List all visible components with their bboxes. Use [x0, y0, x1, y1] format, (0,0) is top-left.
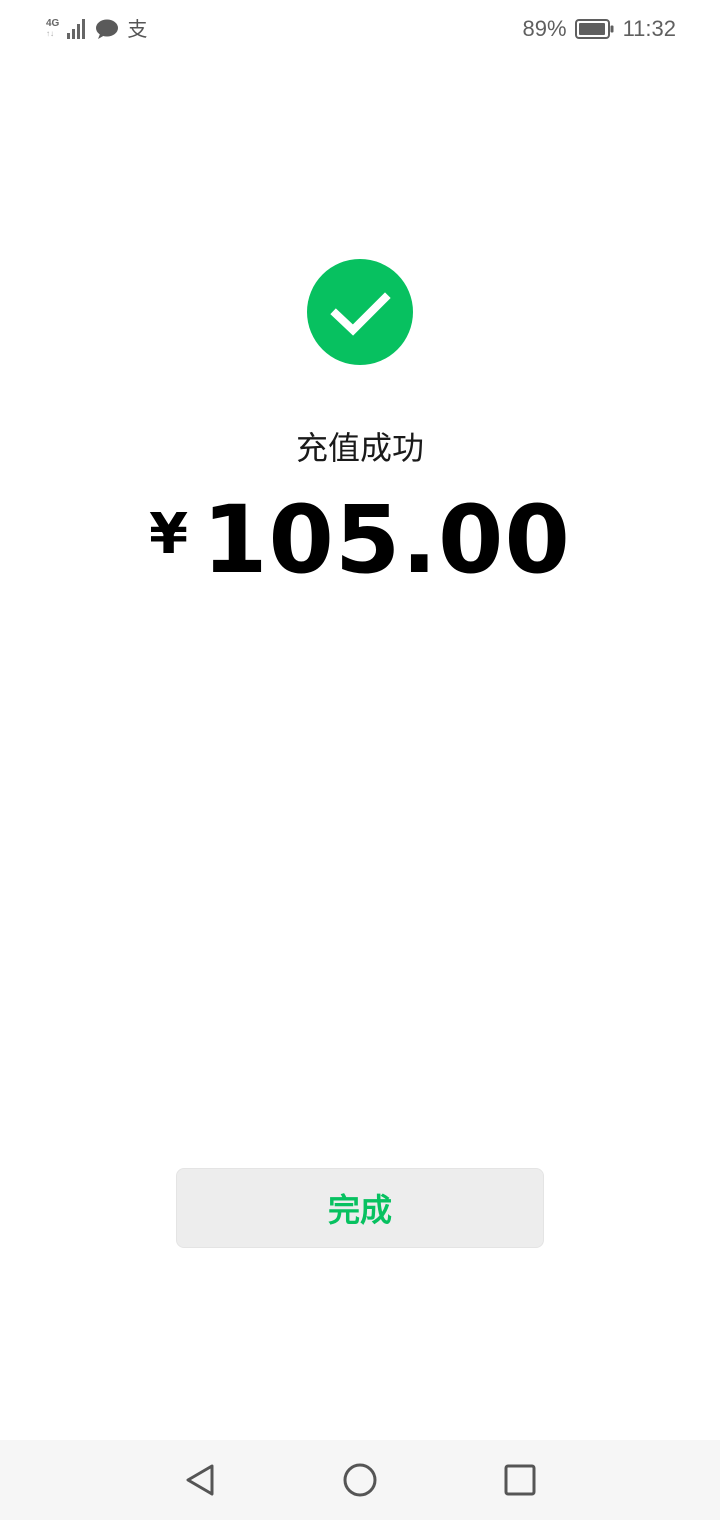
result-title: 充值成功 [295, 429, 424, 467]
nav-recent-icon[interactable] [500, 1460, 540, 1500]
nav-home-icon[interactable] [340, 1460, 380, 1500]
network-type-indicator: 4G ↑↓ [46, 19, 59, 39]
recharge-success-screen: 4G ↑↓ 支 89% 11:32 充值成功 ¥ 105.00 完成 [0, 0, 720, 1520]
network-activity-label: ↑↓ [46, 29, 54, 38]
amount-row: ¥ 105.00 [0, 488, 720, 594]
currency-symbol: ¥ [149, 502, 189, 567]
recharge-amount: 105.00 [202, 486, 571, 595]
done-button-label: 完成 [327, 1191, 392, 1229]
signal-strength-icon [67, 19, 86, 39]
done-button[interactable]: 完成 [176, 1168, 544, 1248]
status-right: 89% 11:32 [523, 14, 676, 44]
status-left: 4G ↑↓ 支 [46, 16, 147, 42]
chat-bubble-icon [96, 19, 119, 39]
navigation-bar [0, 1440, 720, 1520]
network-type-label: 4G [46, 18, 60, 29]
alipay-icon: 支 [127, 17, 148, 41]
status-clock: 11:32 [622, 16, 676, 41]
status-bar: 4G ↑↓ 支 89% 11:32 [0, 0, 720, 58]
nav-back-icon[interactable] [180, 1460, 220, 1500]
battery-icon [574, 19, 614, 39]
battery-percent: 89% [522, 16, 567, 41]
check-circle-icon [307, 259, 413, 365]
